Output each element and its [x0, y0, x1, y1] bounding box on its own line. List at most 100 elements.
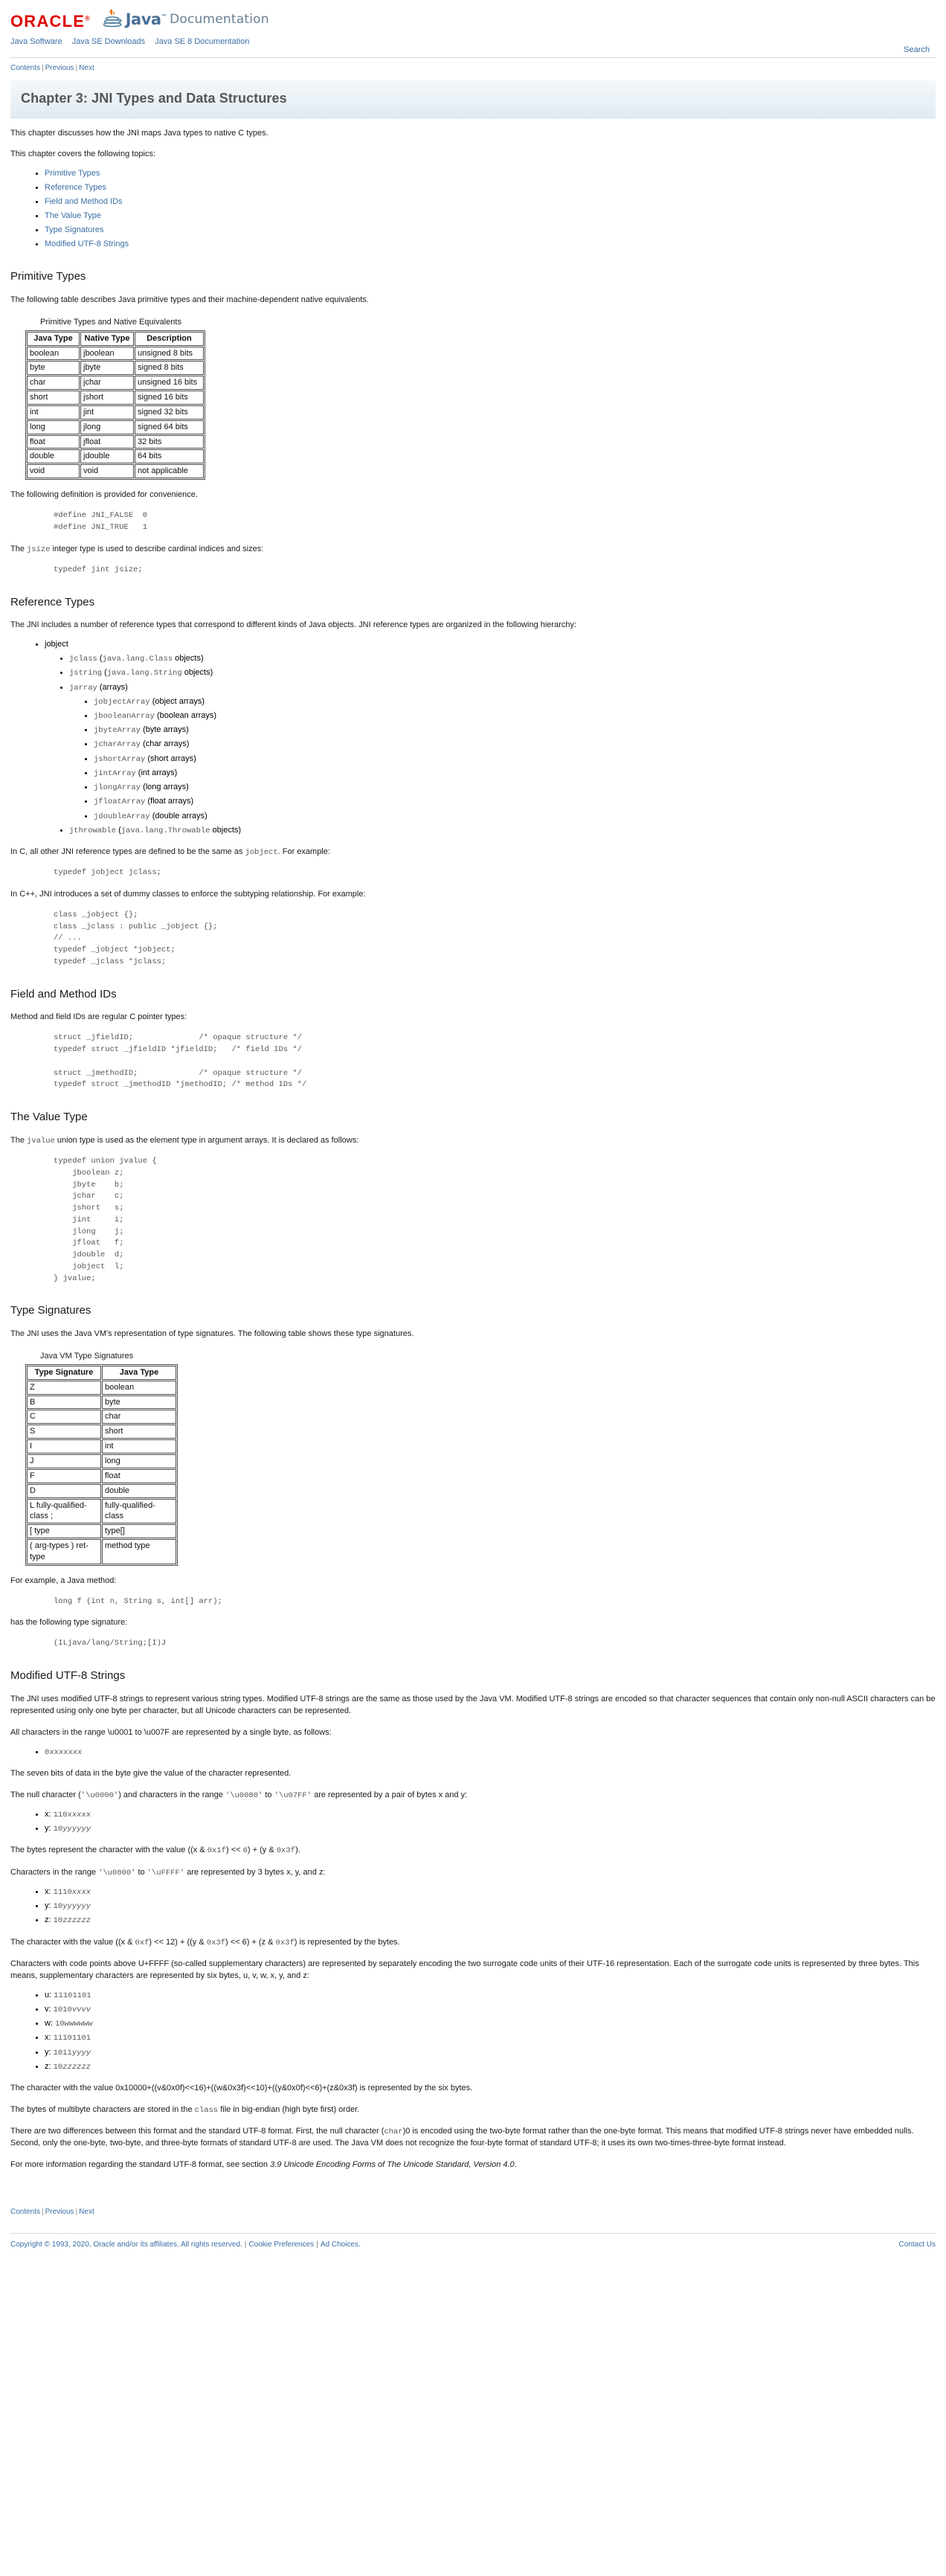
topic-link-field-and-method-ids[interactable]: Field and Method IDs [45, 197, 123, 206]
nav-separator: | [42, 2208, 44, 2217]
cell-java-type: void [27, 464, 80, 479]
topic-link-the-value-type[interactable]: The Value Type [45, 211, 101, 220]
utf8-paragraph-8: Characters with code points above U+FFFF… [10, 1959, 919, 1980]
type-jbooleanarray: jbooleanArray [94, 712, 155, 721]
cell-java-type: long [27, 420, 80, 434]
java-documentation-logo[interactable]: Java™ Documentation [103, 8, 269, 30]
ad-choices-link[interactable]: Ad Choices. [321, 2241, 361, 2249]
cell-java-type: char [27, 376, 80, 391]
utf8-p7-mid: ) << 12) + ((y & [149, 1937, 207, 1947]
content-bottom-spacer [0, 2171, 946, 2197]
cell-type-signature: I [27, 1439, 101, 1454]
utf8-p6-mid: to [135, 1867, 147, 1877]
table-row: Iint [27, 1439, 176, 1454]
utf8-p5-mid2: ) + (y & [247, 1846, 277, 1855]
oracle-logo[interactable]: ORACLE® [10, 13, 90, 30]
mask-0x1f-code: 0x1f [207, 1846, 226, 1856]
utf8-p5-pre: The bytes represent the character with t… [10, 1846, 207, 1855]
c-note-post: . For example: [277, 847, 330, 856]
cell-native-type: jdouble [80, 449, 134, 464]
next-link-top[interactable]: Next [79, 64, 94, 72]
next-link-bottom[interactable]: Next [79, 2208, 94, 2216]
contents-link-top[interactable]: Contents [10, 64, 40, 72]
copyright-link[interactable]: Copyright © 1993, 2020, Oracle and/or it… [10, 2241, 242, 2249]
nav-link-java-se-downloads[interactable]: Java SE Downloads [72, 36, 145, 48]
byte-prefix: 10 [53, 2062, 63, 2072]
breadcrumb-nav-top: Contents | Previous | Next [0, 58, 946, 77]
cell-java-type: char [102, 1410, 176, 1424]
list-item: jcharArray (char arrays) [94, 739, 936, 751]
jobject-inline-code: jobject [245, 847, 278, 857]
byte-label: z: [45, 1915, 54, 1925]
topic-link-reference-types[interactable]: Reference Types [45, 183, 106, 192]
reference-types-level2: jclass (java.lang.Class objects) jstring… [45, 653, 936, 837]
java-trademark-mark: ™ [161, 13, 167, 20]
hierarchy-jobject-label: jobject [45, 640, 68, 649]
table-row: void void not applicable [27, 464, 204, 479]
byte-payload-bits: zzzzzz [62, 2062, 91, 2072]
type-signatures-table: Type Signature Java Type Zboolean Bbyte … [25, 1364, 178, 1566]
nav-link-java-software[interactable]: Java Software [10, 36, 62, 48]
cell-description: signed 16 bits [135, 391, 204, 405]
reference-types-intro: The JNI includes a number of reference t… [10, 620, 577, 630]
definition-intro: The following definition is provided for… [10, 490, 198, 500]
cell-native-type: void [80, 464, 134, 479]
previous-link-bottom[interactable]: Previous [45, 2208, 74, 2216]
value-type-intro: The jvalue union type is used as the ele… [10, 1135, 936, 1147]
documentation-wordmark: Documentation [170, 11, 269, 27]
byte-prefix: 11101101 [54, 1991, 91, 2000]
type-signature-example-intro: For example, a Java method: [10, 1576, 117, 1585]
section-heading-primitive-types: Primitive Types [10, 270, 86, 283]
topic-link-type-signatures[interactable]: Type Signatures [45, 225, 104, 234]
search-link[interactable]: Search [904, 45, 930, 57]
utf8-p7-pre: The character with the value ((x & [10, 1937, 135, 1947]
table-row: Sshort [27, 1424, 176, 1439]
previous-link-top[interactable]: Previous [45, 64, 74, 72]
jsize-intro: The jsize integer type is used to descri… [10, 544, 936, 556]
table-row: byte jbyte signed 8 bits [27, 361, 204, 376]
nav-separator: | [75, 2208, 78, 2217]
list-item: jshortArray (short arrays) [94, 754, 936, 765]
nav-link-java-se-8-documentation[interactable]: Java SE 8 Documentation [155, 36, 249, 48]
c-note-paragraph: In C, all other JNI reference types are … [10, 847, 936, 858]
array-note: (short arrays) [147, 754, 196, 763]
contents-link-bottom[interactable]: Contents [10, 2208, 40, 2216]
cookie-preferences-link[interactable]: Cookie Preferences [248, 2241, 314, 2249]
utf8-p5-mid: ) << [225, 1846, 243, 1855]
main-content: This chapter discusses how the JNI maps … [0, 128, 946, 2172]
topic-link-modified-utf8-strings[interactable]: Modified UTF-8 Strings [45, 240, 129, 248]
cell-description: 32 bits [135, 434, 204, 449]
list-item: u: 11101101 [45, 1990, 936, 2002]
type-jchararray: jcharArray [94, 740, 141, 750]
list-item: w: 10wwwwww [45, 2018, 936, 2030]
byte-payload-bits: yyyyyy [62, 1902, 91, 1912]
arrays-note: (arrays) [99, 682, 128, 692]
java-wordmark: Java™ [125, 10, 167, 28]
field-method-ids-intro: Method and field IDs are regular C point… [10, 1012, 187, 1022]
cell-description: unsigned 16 bits [135, 376, 204, 391]
value-type-intro-pre: The [10, 1135, 28, 1145]
list-item: jstring (java.lang.String objects) [69, 667, 936, 679]
type-signatures-intro: The JNI uses the Java VM's representatio… [10, 1329, 414, 1339]
cell-native-type: jbyte [80, 361, 134, 376]
utf8-p10-post: file in big-endian (high byte first) ord… [218, 2104, 360, 2114]
topic-link-primitive-types[interactable]: Primitive Types [45, 169, 100, 178]
array-note: (int arrays) [138, 768, 178, 777]
table-header-row: Type Signature Java Type [27, 1365, 176, 1380]
section-heading-modified-utf8-strings: Modified UTF-8 Strings [10, 1669, 126, 1683]
byte-label: x: [45, 1810, 54, 1819]
list-item: jclass (java.lang.Class objects) [69, 653, 936, 665]
array-note: (double arrays) [152, 811, 207, 820]
jvalue-union-code: typedef union jvalue { jboolean z; jbyte… [54, 1157, 157, 1283]
mask-0x3f-code: 0x3f [276, 1846, 295, 1856]
contact-us-link[interactable]: Contact Us [899, 2241, 936, 2249]
type-jarray: jarray [69, 683, 97, 693]
java-lang-string-ref: java.lang.String [106, 669, 182, 678]
cell-type-signature: Z [27, 1380, 101, 1395]
byte-prefix: 1011 [53, 2048, 72, 2058]
utf8-p6-post: are represented by 3 bytes x, y, and z: [184, 1867, 326, 1877]
mask-0xf-code: 0xf [135, 1938, 149, 1947]
cell-type-signature: D [27, 1483, 101, 1498]
jni-boolean-defines-code: #define JNI_FALSE 0 #define JNI_TRUE 1 [54, 511, 148, 532]
table-row: [ type type[] [27, 1524, 176, 1539]
